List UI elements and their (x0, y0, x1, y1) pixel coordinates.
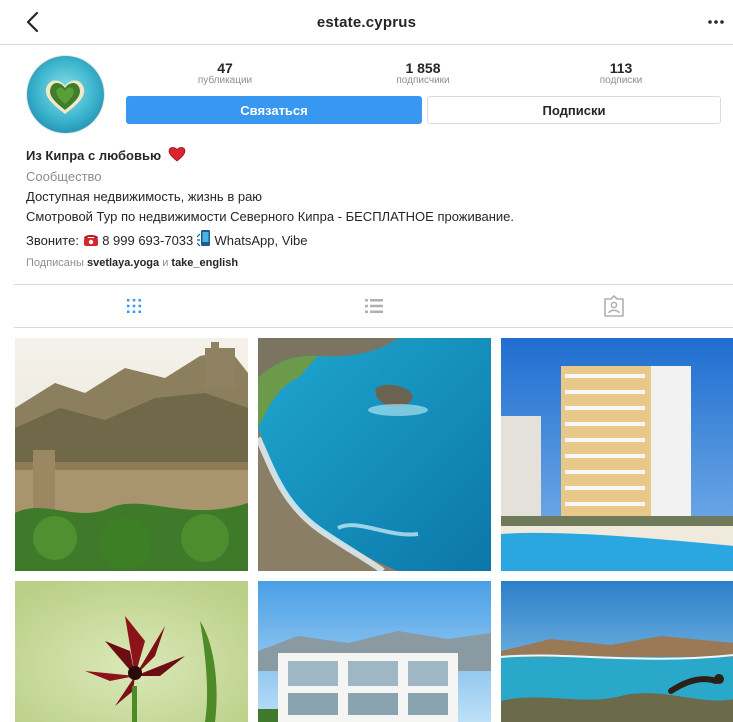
stat-posts[interactable]: 47 публикации (155, 61, 295, 86)
top-bar: estate.cyprus (0, 0, 733, 45)
stat-followers-label: подписчики (396, 75, 450, 86)
followed-by-label: Подписаны (26, 257, 84, 269)
call-label: Звоните: (26, 233, 79, 248)
stat-following-label: подписки (599, 75, 643, 86)
post-thumbnail-tulip[interactable] (15, 581, 248, 722)
following-button[interactable]: Подписки (427, 96, 721, 124)
contact-button[interactable]: Связаться (126, 96, 422, 124)
profile-tabs (14, 284, 733, 328)
profile-category: Сообщество (26, 169, 102, 184)
followed-by-user-1[interactable]: svetlaya.yoga (87, 257, 159, 269)
avatar[interactable] (26, 55, 105, 134)
followed-by: Подписаны svetlaya.yoga и take_english (26, 255, 238, 271)
page-title: estate.cyprus (316, 14, 417, 31)
stat-following-value: 113 (609, 60, 633, 76)
more-icon[interactable] (704, 12, 728, 32)
followed-by-and: и (162, 257, 169, 269)
telephone-emoji (83, 235, 98, 246)
list-icon[interactable] (362, 294, 386, 318)
messengers-text: WhatsApp, Vibe (214, 233, 308, 248)
bio-line-1: Доступная недвижимость, жизнь в раю (26, 189, 263, 204)
bio-line-2: Смотровой Тур по недвижимости Северного … (26, 209, 515, 224)
stat-posts-value: 47 (217, 60, 233, 76)
post-thumbnail-apartment-pool[interactable] (501, 338, 733, 571)
stat-following[interactable]: 113 подписки (551, 61, 691, 86)
grid-icon[interactable] (122, 294, 146, 318)
tagged-icon[interactable] (602, 294, 626, 318)
post-thumbnail-underwater[interactable] (501, 581, 733, 722)
post-thumbnail-castle[interactable] (15, 338, 248, 571)
post-thumbnail-sea-rocks[interactable] (258, 338, 491, 571)
stat-posts-label: публикации (197, 75, 253, 86)
stat-followers-value: 1 858 (405, 60, 441, 76)
profile-name-line: Из Кипра с любовью (26, 146, 186, 164)
profile-name: Из Кипра с любовью (26, 148, 162, 163)
phone-number[interactable]: 8 999 693-7033 (102, 233, 193, 248)
followed-by-user-2[interactable]: take_english (171, 257, 238, 269)
post-thumbnail-villa[interactable] (258, 581, 491, 722)
red-heart-emoji (168, 147, 186, 162)
stat-followers[interactable]: 1 858 подписчики (353, 61, 493, 86)
bio-line-3: Звоните: 8 999 693-7033 WhatsApp, Vibe (26, 229, 308, 249)
mobile-phone-emoji (196, 230, 210, 247)
